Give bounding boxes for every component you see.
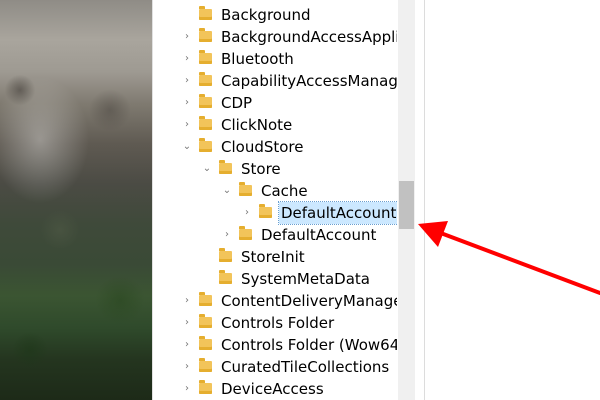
tree-item-cdp[interactable]: › CDP — [153, 92, 397, 114]
tree-item-curatedtilecollections[interactable]: › CuratedTileCollections — [153, 356, 397, 378]
folder-icon — [199, 358, 212, 372]
folder-icon — [199, 50, 212, 64]
tree-item-capabilityaccessmanager[interactable]: › CapabilityAccessManager — [153, 70, 397, 92]
folder-icon — [199, 28, 212, 42]
tree-item-label: CuratedTileCollections — [221, 358, 390, 376]
expand-chevron-icon[interactable]: › — [181, 312, 193, 334]
tree-item-background[interactable]: Background — [153, 4, 397, 26]
folder-icon — [199, 336, 212, 350]
tree-item-storeinit[interactable]: StoreInit — [153, 246, 397, 268]
tree-item-label: BackgroundAccessApplications — [221, 28, 397, 46]
tree-item-label: DefaultAccount — [261, 226, 377, 244]
tree-item-cloudstore[interactable]: ⌄ CloudStore — [153, 136, 397, 158]
tree-item-label: SystemMetaData — [241, 270, 370, 288]
tree-item-label: ContentDeliveryManager — [221, 292, 397, 310]
desktop-wallpaper — [0, 0, 152, 400]
tree-item-cache[interactable]: ⌄ Cache — [153, 180, 397, 202]
expand-chevron-icon[interactable]: › — [181, 378, 193, 400]
folder-icon — [199, 116, 212, 130]
tree-item-systemmetadata[interactable]: SystemMetaData — [153, 268, 397, 290]
expand-chevron-icon[interactable]: › — [181, 356, 193, 378]
expand-chevron-icon — [201, 246, 213, 268]
tree-item-label: DeviceAccess — [221, 380, 324, 398]
tree-item-controls-folder-wow64[interactable]: › Controls Folder (Wow64) — [153, 334, 397, 356]
expand-chevron-icon — [201, 268, 213, 290]
tree-item-defaultaccount[interactable]: › DefaultAccount — [153, 224, 397, 246]
tree-item-defaultaccount-selected[interactable]: › DefaultAccount — [153, 201, 397, 225]
folder-icon — [259, 204, 272, 218]
expand-chevron-icon[interactable]: › — [181, 290, 193, 312]
tree-item-label: Controls Folder (Wow64) — [221, 336, 397, 354]
folder-icon — [199, 72, 212, 86]
folder-icon — [219, 248, 232, 262]
tree-item-label: Store — [241, 160, 281, 178]
registry-key-tree[interactable]: Background › BackgroundAccessApplication… — [153, 0, 397, 400]
folder-icon — [199, 292, 212, 306]
tree-item-label: Bluetooth — [221, 50, 294, 68]
folder-icon — [199, 94, 212, 108]
collapse-chevron-icon[interactable]: ⌄ — [221, 180, 233, 202]
collapse-chevron-icon[interactable]: ⌄ — [181, 136, 193, 158]
scrollbar-thumb[interactable] — [399, 181, 414, 229]
tree-item-deviceaccess[interactable]: › DeviceAccess — [153, 378, 397, 400]
folder-icon — [239, 182, 252, 196]
tree-item-backgroundaccessapplications[interactable]: › BackgroundAccessApplications — [153, 26, 397, 48]
expand-chevron-icon[interactable]: › — [241, 202, 253, 224]
expand-chevron-icon[interactable]: › — [181, 48, 193, 70]
expand-chevron-icon[interactable]: › — [221, 224, 233, 246]
collapse-chevron-icon[interactable]: ⌄ — [201, 158, 213, 180]
tree-item-label: Cache — [261, 182, 308, 200]
vertical-scrollbar[interactable] — [398, 0, 415, 400]
folder-icon — [199, 6, 212, 20]
tree-item-label: CloudStore — [221, 138, 304, 156]
expand-chevron-icon[interactable] — [181, 4, 193, 26]
tree-item-bluetooth[interactable]: › Bluetooth — [153, 48, 397, 70]
tree-item-label: CDP — [221, 94, 253, 112]
pane-divider-right — [424, 0, 425, 400]
tree-item-contentdeliverymanager[interactable]: › ContentDeliveryManager — [153, 290, 397, 312]
tree-item-label: CapabilityAccessManager — [221, 72, 397, 90]
folder-icon — [219, 270, 232, 284]
expand-chevron-icon[interactable]: › — [181, 70, 193, 92]
folder-icon — [239, 226, 252, 240]
tree-item-label: DefaultAccount — [277, 201, 397, 225]
expand-chevron-icon[interactable]: › — [181, 334, 193, 356]
tree-item-label: Background — [221, 6, 311, 24]
tree-item-clicknote[interactable]: › ClickNote — [153, 114, 397, 136]
tree-item-controls-folder[interactable]: › Controls Folder — [153, 312, 397, 334]
tree-item-store[interactable]: ⌄ Store — [153, 158, 397, 180]
folder-icon — [219, 160, 232, 174]
folder-icon — [199, 138, 212, 152]
folder-icon — [199, 380, 212, 394]
folder-icon — [199, 314, 212, 328]
tree-item-label: Controls Folder — [221, 314, 335, 332]
expand-chevron-icon[interactable]: › — [181, 92, 193, 114]
expand-chevron-icon[interactable]: › — [181, 26, 193, 48]
tree-item-label: StoreInit — [241, 248, 305, 266]
tree-item-label: ClickNote — [221, 116, 293, 134]
expand-chevron-icon[interactable]: › — [181, 114, 193, 136]
